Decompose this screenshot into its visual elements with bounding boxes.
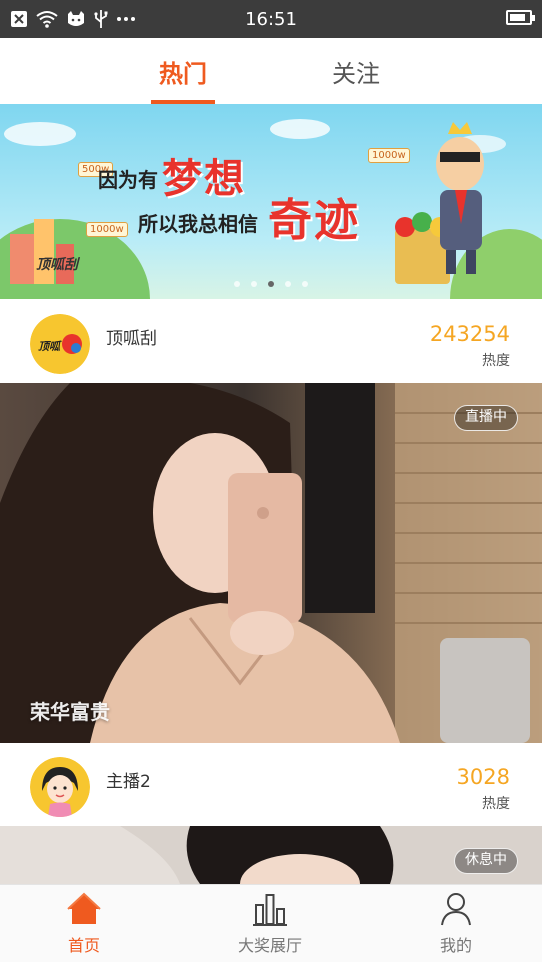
battery-icon [506, 10, 535, 25]
banner-line1: 因为有 [98, 168, 158, 192]
heat-label: 热度 [482, 353, 510, 369]
brand-logo: 顶呱刮 [36, 254, 78, 274]
brand-logo-text: 顶呱刮 [36, 257, 78, 273]
tab-follow[interactable]: 关注 [296, 38, 416, 104]
banner-miracle: 奇迹 [268, 195, 360, 246]
heat-value: 3028 [456, 765, 510, 789]
streamer-row[interactable]: 主播2 3028 热度 [0, 743, 542, 826]
rest-status-badge: 休息中 [454, 848, 518, 874]
status-bar: 16:51 [0, 0, 542, 38]
nav-mine[interactable]: 我的 [396, 885, 516, 962]
live-status-badge: 直播中 [454, 405, 518, 431]
svg-text:顶呱: 顶呱 [38, 340, 62, 353]
carousel-dot[interactable] [302, 281, 308, 287]
prize-tag: 1000w [368, 148, 410, 163]
carousel-dot[interactable] [251, 281, 257, 287]
carousel-dots [0, 281, 542, 287]
heat-value: 243254 [429, 322, 510, 346]
bottom-nav: 首页 大奖展厅 我的 [0, 884, 542, 962]
carousel-dot[interactable] [234, 281, 240, 287]
home-icon [67, 892, 101, 924]
carousel-dot[interactable] [268, 281, 274, 287]
streamer-name: 顶呱刮 [106, 329, 157, 349]
nav-home[interactable]: 首页 [24, 885, 144, 962]
room-title: 荣华富贵 [30, 700, 110, 724]
live-card[interactable]: 直播中 荣华富贵 [0, 383, 542, 743]
nav-home-label: 首页 [67, 936, 100, 955]
banner-line2: 所以我总相信 [138, 212, 258, 236]
nav-mine-label: 我的 [439, 936, 472, 955]
streamer-name: 主播2 [106, 772, 151, 792]
nav-prize-hall-label: 大奖展厅 [237, 936, 302, 955]
live-cover-image [0, 383, 542, 743]
nav-prize-hall[interactable]: 大奖展厅 [210, 885, 330, 962]
bar-chart-icon [253, 894, 287, 926]
banner-dream: 梦想 [162, 156, 246, 202]
live-card[interactable]: 休息中 [0, 826, 542, 884]
person-icon [441, 893, 471, 926]
dingguagua-logo-icon[interactable]: 顶呱 [30, 314, 90, 374]
heat-label: 热度 [482, 796, 510, 812]
streamer-row[interactable]: 顶呱 顶呱刮 243254 热度 [0, 300, 542, 383]
status-time: 16:51 [245, 9, 297, 30]
tab-hot[interactable]: 热门 [123, 38, 243, 104]
top-tabs: 热门 关注 [0, 38, 542, 104]
cartoon-girl-avatar-icon[interactable] [30, 757, 90, 817]
carousel-dot[interactable] [285, 281, 291, 287]
prize-tag: 1000w [86, 222, 128, 237]
promo-banner[interactable]: 500w 1000w 1000w 因为有 梦想 所以我总相信 奇迹 顶呱刮 [0, 104, 542, 299]
